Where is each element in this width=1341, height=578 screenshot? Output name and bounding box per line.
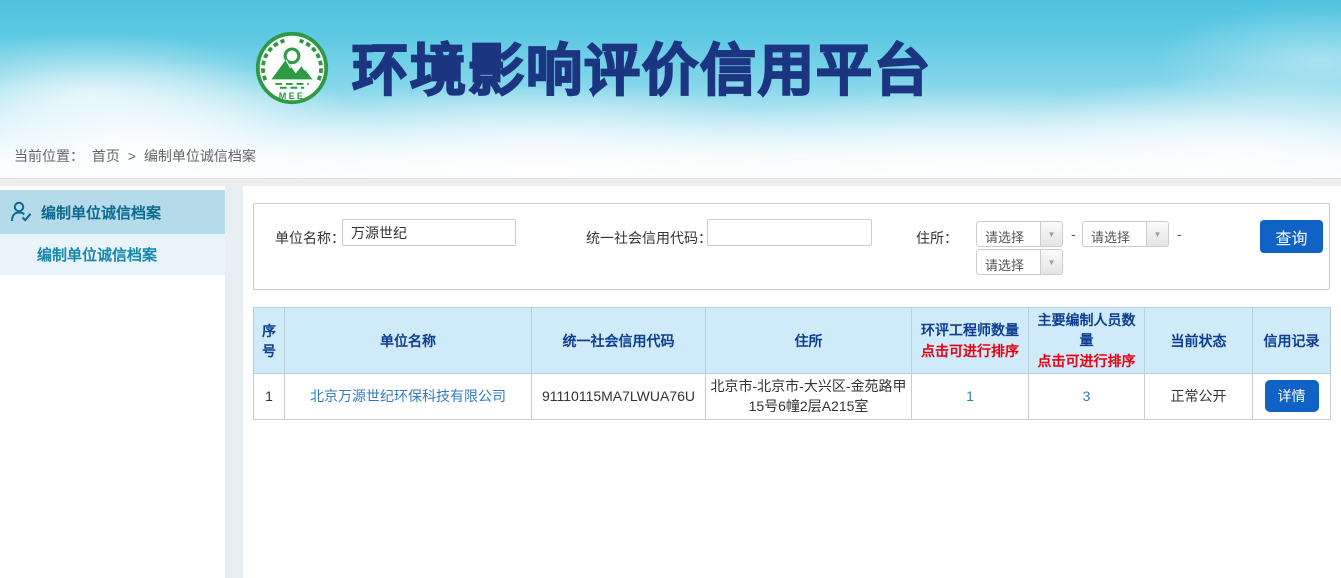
breadcrumb: 当前位置： 首页 > 编制单位诚信档案: [14, 146, 260, 166]
col-header-credit-code: 统一社会信用代码: [532, 308, 706, 374]
cell-address: 北京市-北京市-大兴区-金苑路甲15号6幢2层A215室: [706, 374, 912, 420]
sort-hint-staff[interactable]: 点击可进行排序: [1031, 351, 1142, 371]
table-header-row: 序号 单位名称 统一社会信用代码 住所 环评工程师数量 点击可进行排序 主要编制…: [254, 308, 1331, 374]
cell-credit-code: 91110115MA7LWUA76U: [532, 374, 706, 420]
province-select-value: 请选择: [977, 222, 1040, 246]
svg-text:MEE: MEE: [279, 91, 306, 101]
sort-hint-engineer[interactable]: 点击可进行排序: [914, 341, 1026, 361]
cell-seq: 1: [254, 374, 285, 420]
province-select[interactable]: 请选择 ▼: [976, 221, 1063, 247]
district-select[interactable]: 请选择 ▼: [976, 249, 1063, 275]
city-select[interactable]: 请选择 ▼: [1082, 221, 1169, 247]
unit-name-label: 单位名称：: [275, 228, 345, 248]
col-header-unit-name: 单位名称: [285, 308, 532, 374]
results-table: 序号 单位名称 统一社会信用代码 住所 环评工程师数量 点击可进行排序 主要编制…: [253, 307, 1331, 420]
col-header-engineer-count-label: 环评工程师数量: [921, 322, 1019, 338]
sidebar-subitem-unit-credit-archive[interactable]: 编制单位诚信档案: [0, 234, 225, 275]
col-header-status: 当前状态: [1145, 308, 1253, 374]
address-dash-2: -: [1177, 226, 1182, 242]
page-title: 环境影响评价信用平台: [352, 26, 932, 107]
breadcrumb-separator: >: [128, 148, 136, 164]
col-header-seq: 序号: [254, 308, 285, 374]
sidebar: 编制单位诚信档案 编制单位诚信档案: [0, 186, 225, 578]
address-dash-1: -: [1071, 226, 1076, 242]
col-header-address: 住所: [706, 308, 912, 374]
col-header-engineer-count-sortable[interactable]: 环评工程师数量 点击可进行排序: [912, 308, 1029, 374]
sidebar-content-gap: [225, 186, 243, 578]
chevron-down-icon[interactable]: ▼: [1040, 250, 1062, 274]
col-header-credit-record: 信用记录: [1253, 308, 1331, 374]
table-row: 1 北京万源世纪环保科技有限公司 91110115MA7LWUA76U 北京市-…: [254, 374, 1331, 420]
sidebar-subitem-label: 编制单位诚信档案: [37, 244, 157, 265]
col-header-staff-count-label: 主要编制人员数量: [1038, 312, 1136, 348]
detail-button[interactable]: 详情: [1265, 380, 1319, 412]
breadcrumb-label: 当前位置：: [14, 148, 84, 164]
sidebar-item-unit-credit-archive[interactable]: 编制单位诚信档案: [0, 190, 225, 234]
breadcrumb-home-link[interactable]: 首页: [92, 148, 120, 164]
query-button[interactable]: 查询: [1260, 220, 1323, 253]
col-header-staff-count-sortable[interactable]: 主要编制人员数量 点击可进行排序: [1029, 308, 1145, 374]
address-label: 住所：: [916, 228, 958, 248]
sidebar-item-label: 编制单位诚信档案: [41, 202, 161, 223]
unit-name-input[interactable]: [342, 219, 516, 246]
engineer-count-link[interactable]: 1: [966, 388, 974, 404]
person-check-icon: [10, 201, 32, 223]
staff-count-link[interactable]: 3: [1083, 388, 1091, 404]
credit-code-label: 统一社会信用代码：: [586, 228, 712, 248]
city-select-value: 请选择: [1083, 222, 1146, 246]
breadcrumb-current: 编制单位诚信档案: [144, 148, 256, 164]
chevron-down-icon[interactable]: ▼: [1146, 222, 1168, 246]
chevron-down-icon[interactable]: ▼: [1040, 222, 1062, 246]
cell-status: 正常公开: [1145, 374, 1253, 420]
search-panel: 单位名称： 统一社会信用代码： 住所： 请选择 ▼ - 请选择 ▼ - 请选择 …: [253, 203, 1330, 290]
district-select-value: 请选择: [977, 250, 1040, 274]
unit-name-link[interactable]: 北京万源世纪环保科技有限公司: [310, 388, 506, 404]
divider: [0, 178, 1341, 186]
main-content: 单位名称： 统一社会信用代码： 住所： 请选择 ▼ - 请选择 ▼ - 请选择 …: [243, 186, 1341, 578]
mee-logo-icon: MEE: [254, 30, 330, 111]
site-banner: MEE 环境影响评价信用平台 当前位置： 首页 > 编制单位诚信档案: [0, 0, 1341, 178]
credit-code-input[interactable]: [707, 219, 872, 246]
